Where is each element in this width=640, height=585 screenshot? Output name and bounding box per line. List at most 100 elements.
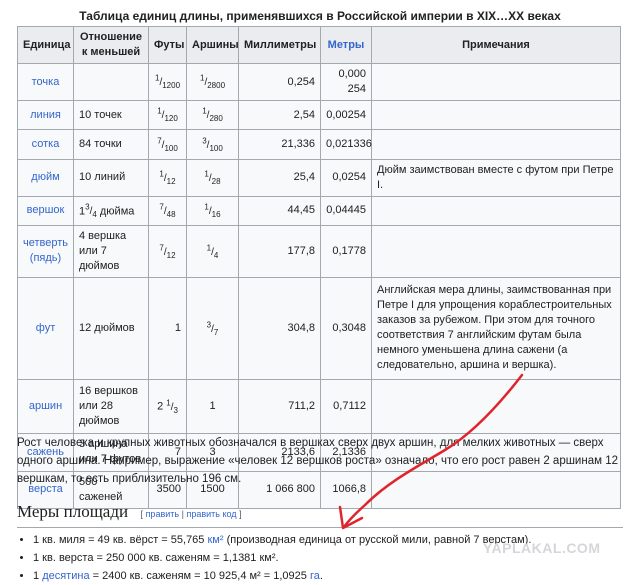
header-relation: Отношение к меньшей: [73, 26, 149, 64]
unit-link[interactable]: дюйм: [17, 158, 74, 197]
m-cell: 0,021336: [320, 129, 372, 160]
table-row: фут 12 дюймов 1 3/7 304,8 0,3048 Английс…: [17, 276, 621, 380]
relation-cell: [73, 63, 149, 101]
feet-num: 1: [154, 73, 160, 83]
mm-cell: 25,4: [238, 158, 321, 197]
arsh-num: 3: [206, 320, 212, 330]
section-title: Меры площади: [17, 502, 129, 521]
feet-cell: 7/48: [148, 195, 187, 226]
m-cell: 0,00254: [320, 99, 372, 131]
edit-links: [ править | править код ]: [141, 509, 242, 519]
header-meters[interactable]: Метры: [320, 26, 372, 64]
arshin-cell: 1/2800: [186, 63, 239, 101]
header-mm: Миллиметры: [238, 26, 321, 64]
mm-cell: 21,336: [238, 129, 321, 160]
list-item: 1 десятина = 2400 кв. саженям = 10 925,4…: [33, 567, 633, 585]
edit-code-link[interactable]: править код: [186, 509, 236, 519]
edit-bracket-open: [: [140, 509, 144, 519]
desyatina-link[interactable]: десятина: [42, 570, 89, 582]
relation-cell: 13/4 дюйма: [73, 195, 149, 226]
relation-cell: 16 вершков или 28 дюймов: [73, 378, 149, 434]
m-cell: 0,3048: [320, 276, 372, 380]
feet-den: 1200: [162, 81, 181, 91]
table-row: аршин 16 вершков или 28 дюймов 2 1/3 1 7…: [17, 378, 621, 434]
arsh-num: 1: [202, 107, 207, 116]
feet-den: 48: [166, 209, 176, 219]
unit-link[interactable]: вершок: [17, 195, 74, 226]
arshin-cell: 1/280: [186, 99, 239, 131]
km2-link[interactable]: км²: [207, 534, 223, 546]
feet-num: 7: [159, 202, 164, 212]
hectare-link[interactable]: га: [310, 570, 320, 582]
bullet-text: = 2400 кв. саженям = 10 925,4 м² = 1,092…: [89, 570, 310, 582]
unit-link[interactable]: линия: [17, 99, 74, 131]
feet-num: 1: [166, 398, 171, 408]
relation-cell: 4 вершка или 7 дюймов: [73, 224, 149, 278]
arsh-num: 1: [204, 169, 209, 179]
arsh-den: 4: [213, 250, 219, 260]
unit-link[interactable]: фут: [17, 276, 74, 380]
edit-link[interactable]: править: [146, 509, 180, 519]
header-notes: Примечания: [371, 26, 621, 64]
unit-link[interactable]: аршин: [17, 378, 74, 434]
unit-link[interactable]: четверть (пядь): [17, 224, 74, 278]
note-cell: [371, 378, 621, 434]
m-cell: 0,000 254: [320, 63, 372, 101]
header-unit: Единица: [17, 26, 74, 64]
table-row: точка 1/1200 1/2800 0,254 0,000 254: [17, 63, 621, 101]
feet-den: 12: [166, 250, 176, 260]
mm-cell: 2,54: [238, 99, 321, 131]
arsh-den: 100: [209, 143, 223, 153]
arshin-cell: 1/4: [186, 224, 239, 278]
arshin-cell: 1/16: [186, 195, 239, 226]
unit-link[interactable]: сотка: [17, 129, 74, 160]
note-cell: [371, 224, 621, 278]
m-cell: 0,0254: [320, 158, 372, 197]
arsh-den: 2800: [207, 81, 226, 91]
watermark: YAPLAKAL.COM: [483, 540, 601, 556]
feet-num: 7: [157, 136, 162, 146]
feet-den: 120: [164, 114, 178, 124]
note-cell: [371, 99, 621, 131]
relation-den: 4: [92, 209, 97, 219]
relation-cell: 12 дюймов: [73, 276, 149, 380]
unit-link[interactable]: точка: [17, 63, 74, 101]
bullet-text: .: [319, 570, 323, 582]
body-paragraph: Рост человека и крупных животных обознач…: [17, 437, 618, 485]
table-row: четверть (пядь) 4 вершка или 7 дюймов 7/…: [17, 224, 621, 278]
note-cell: [371, 63, 621, 101]
feet-den: 3: [173, 405, 178, 415]
header-feet: Футы: [148, 26, 187, 64]
mm-cell: 711,2: [238, 378, 321, 434]
feet-cell: 1/120: [148, 99, 187, 131]
feet-cell: 2 1/3: [148, 378, 187, 434]
relation-num: 3: [85, 202, 90, 212]
arshin-cell: 1/28: [186, 158, 239, 197]
feet-cell: 7/12: [148, 224, 187, 278]
arsh-den: 280: [209, 114, 223, 124]
bullet-text: 1 кв. верста = 250 000 кв. саженям = 1,1…: [33, 552, 279, 564]
bullet-text: 1 кв. миля = 49 кв. вёрст = 55,765: [33, 534, 208, 546]
arshin-cell: 3/100: [186, 129, 239, 160]
table-caption: Таблица единиц длины, применявшихся в Ро…: [79, 9, 561, 23]
mm-cell: 304,8: [238, 276, 321, 380]
m-cell: 0,04445: [320, 195, 372, 226]
feet-cell: 1/1200: [148, 63, 187, 101]
relation-cell: 84 точки: [73, 129, 149, 160]
table-row: дюйм 10 линий 1/12 1/28 25,4 0,0254 Дюйм…: [17, 158, 621, 197]
bullet-text: 1: [33, 570, 43, 582]
feet-num: 7: [159, 243, 164, 253]
feet-num: 1: [157, 107, 162, 116]
section-heading: Меры площади [ править | править код ]: [17, 502, 623, 528]
edit-bracket-close: ]: [239, 509, 242, 519]
feet-den: 12: [166, 176, 176, 186]
feet-cell: 1: [148, 276, 187, 380]
table-row: сотка 84 точки 7/100 3/100 21,336 0,0213…: [17, 129, 621, 160]
arshin-cell: 1: [186, 378, 239, 434]
relation-rest: дюйма: [99, 204, 135, 217]
note-cell: Дюйм заимствован вместе с футом при Петр…: [371, 158, 621, 197]
note-cell: [371, 129, 621, 160]
feet-int: 2: [157, 400, 164, 413]
feet-num: 1: [159, 169, 164, 179]
header-arshins: Аршины: [186, 26, 239, 64]
